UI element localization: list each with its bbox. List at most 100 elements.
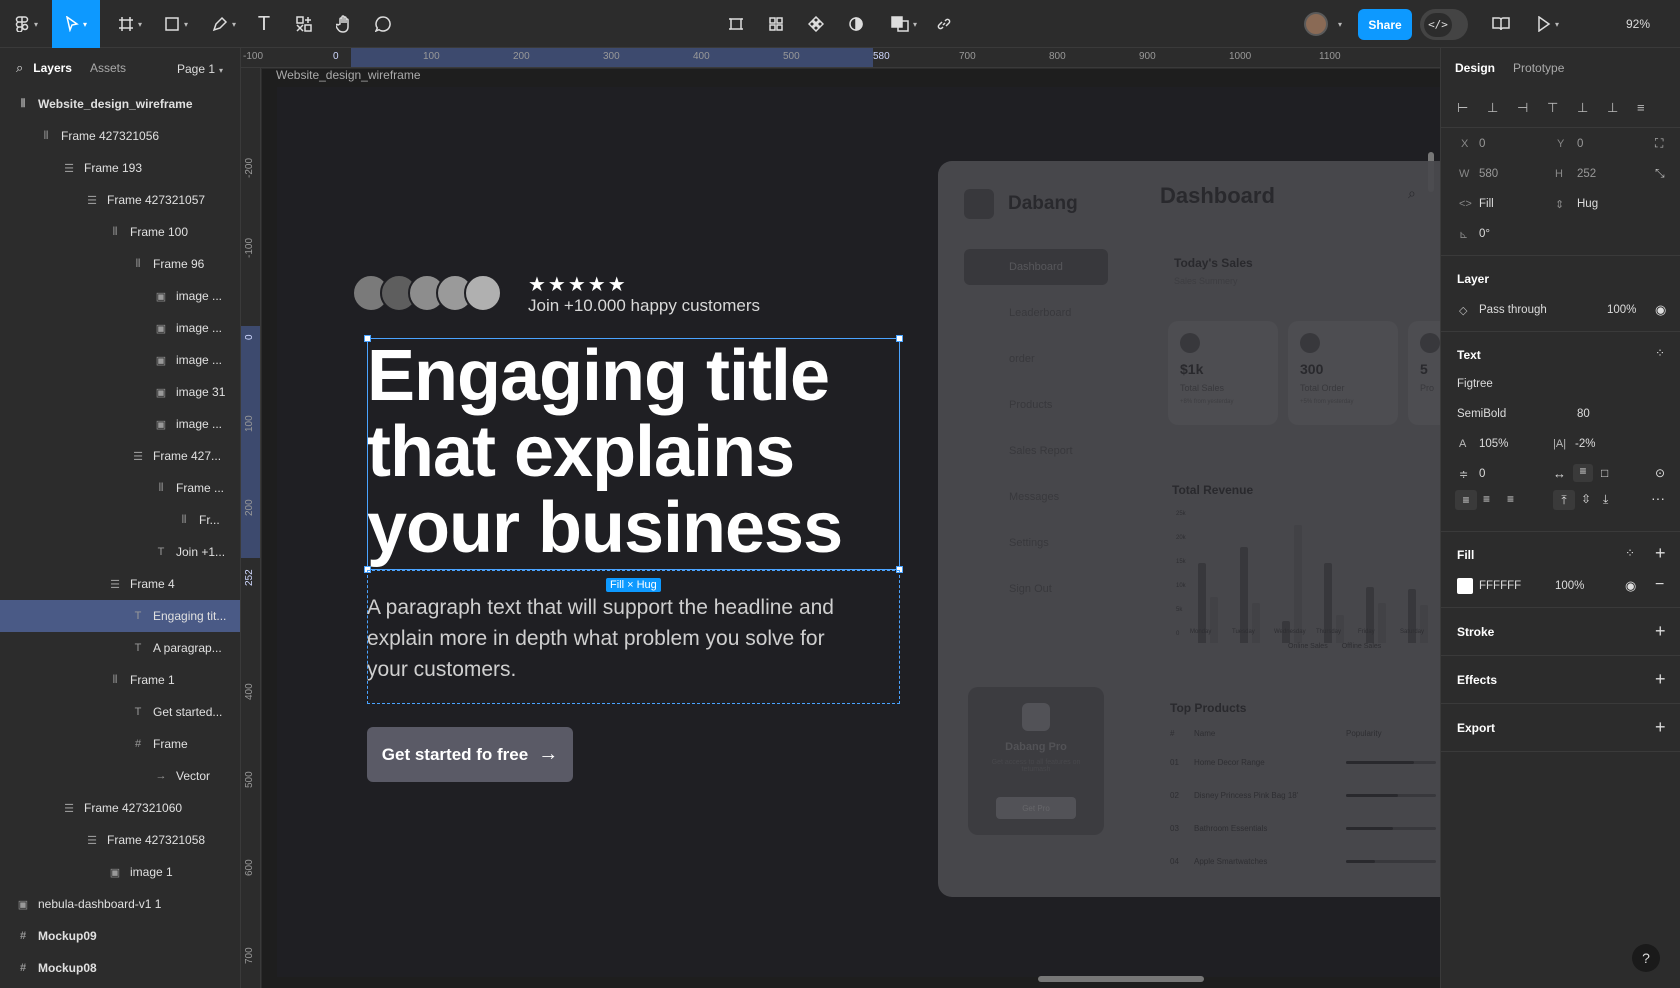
user-avatar[interactable]: [1304, 12, 1328, 36]
layer-row[interactable]: ⦀ Frame 96: [0, 248, 240, 280]
pen-tool-button[interactable]: ▾: [204, 0, 244, 48]
line-height-input[interactable]: 105%: [1479, 438, 1508, 450]
move-tool-button[interactable]: ▾: [52, 0, 100, 48]
width-input[interactable]: 580: [1479, 168, 1498, 180]
cta-button[interactable]: Get started fo free →: [367, 727, 573, 782]
layer-row[interactable]: T Engaging tit...: [0, 600, 240, 632]
help-button[interactable]: ?: [1632, 944, 1660, 972]
layer-row[interactable]: # Mockup09: [0, 920, 240, 952]
fill-hex-input[interactable]: FFFFFF: [1479, 580, 1521, 592]
align-left-icon[interactable]: ⊢: [1457, 100, 1468, 116]
zoom-level[interactable]: 92%: [1626, 17, 1650, 31]
fill-color-swatch[interactable]: [1457, 578, 1473, 594]
align-bottom-icon[interactable]: ⊥: [1607, 100, 1618, 116]
text-tool-button[interactable]: T: [252, 0, 276, 48]
fill-visibility-icon[interactable]: ◉: [1625, 578, 1636, 594]
layer-row[interactable]: ▣ image ...: [0, 408, 240, 440]
frame-tool-button[interactable]: ▾: [110, 0, 150, 48]
align-right-icon[interactable]: ≡: [1507, 492, 1514, 506]
align-top-icon[interactable]: ⤒: [1553, 490, 1575, 510]
align-top-icon[interactable]: ⊤: [1547, 100, 1558, 116]
shape-tool-button[interactable]: ▾: [156, 0, 196, 48]
layer-row[interactable]: ☰ Frame 427321060: [0, 792, 240, 824]
present-button[interactable]: ▾: [1530, 0, 1566, 48]
layer-row[interactable]: ▣ image ...: [0, 280, 240, 312]
align-left-icon[interactable]: ≡: [1455, 490, 1477, 510]
main-menu-button[interactable]: ▾: [8, 0, 44, 48]
layer-row[interactable]: ▣ nebula-dashboard-v1 1: [0, 888, 240, 920]
x-input[interactable]: 0: [1479, 138, 1485, 150]
align-v-center-icon[interactable]: ⊥: [1577, 100, 1588, 116]
text-styles-icon[interactable]: ⁘: [1655, 346, 1665, 360]
layer-row[interactable]: T Get started...: [0, 696, 240, 728]
hero-paragraph[interactable]: A paragraph text that will support the h…: [367, 592, 847, 685]
tab-prototype[interactable]: Prototype: [1513, 61, 1564, 75]
library-button[interactable]: [1490, 0, 1512, 48]
share-button[interactable]: Share: [1358, 9, 1412, 40]
layer-row[interactable]: ☰ Frame 427321058: [0, 824, 240, 856]
auto-height-icon[interactable]: ≡: [1573, 464, 1593, 482]
dashboard-mockup-image[interactable]: Dabang Dashboard ⌕ Dashboard Leaderboard o…: [938, 161, 1440, 897]
fill-styles-icon[interactable]: ⁘: [1625, 546, 1635, 560]
frame-label[interactable]: Website_design_wireframe: [276, 69, 421, 82]
layer-row[interactable]: ⦀ Website_design_wireframe: [0, 88, 240, 120]
layer-row[interactable]: ☰ Frame 427...: [0, 440, 240, 472]
social-proof-text[interactable]: Join +10.000 happy customers: [528, 296, 760, 316]
height-input[interactable]: 252: [1577, 168, 1596, 180]
layer-row[interactable]: ▣ image ...: [0, 344, 240, 376]
layer-row[interactable]: ▣ image ...: [0, 312, 240, 344]
mask-button[interactable]: [844, 0, 868, 48]
layer-row[interactable]: ⦀ Frame 100: [0, 216, 240, 248]
rotation-input[interactable]: 0°: [1479, 228, 1490, 240]
distribute-icon[interactable]: ≡: [1637, 100, 1645, 115]
add-stroke-icon[interactable]: +: [1655, 622, 1666, 640]
auto-layout-button[interactable]: [764, 0, 788, 48]
crop-button[interactable]: [724, 0, 748, 48]
avatar-chevron-icon[interactable]: ▾: [1338, 20, 1342, 29]
layer-row[interactable]: ☰ Frame 4: [0, 568, 240, 600]
dev-mode-toggle[interactable]: </>: [1420, 9, 1468, 40]
layer-row[interactable]: ☰ Frame 427321057: [0, 184, 240, 216]
create-component-button[interactable]: [804, 0, 828, 48]
constraints-icon[interactable]: ⛶: [1655, 136, 1663, 151]
tab-assets[interactable]: Assets: [90, 61, 126, 75]
blend-mode-select[interactable]: Pass through: [1479, 304, 1547, 316]
vertical-sizing-select[interactable]: Hug: [1577, 198, 1598, 210]
layer-row[interactable]: ⦀ Frame 1: [0, 664, 240, 696]
page-selector[interactable]: Page 1 ▾: [177, 62, 223, 76]
font-weight-select[interactable]: SemiBold: [1457, 408, 1506, 420]
y-input[interactable]: 0: [1577, 138, 1583, 150]
add-effect-icon[interactable]: +: [1655, 670, 1666, 688]
fill-opacity-input[interactable]: 100%: [1555, 580, 1584, 592]
layer-row[interactable]: ☰ Frame 193: [0, 152, 240, 184]
resources-button[interactable]: [292, 0, 316, 48]
text-options-icon[interactable]: ⊙: [1655, 466, 1665, 480]
search-icon[interactable]: ⌕: [16, 60, 23, 76]
layer-opacity-input[interactable]: 100%: [1607, 304, 1636, 316]
align-h-center-icon[interactable]: ⊥: [1487, 100, 1498, 116]
hand-tool-button[interactable]: [332, 0, 356, 48]
resize-handle[interactable]: [896, 335, 903, 342]
horizontal-scrollbar[interactable]: [1038, 976, 1204, 982]
layer-row[interactable]: ⦀ Frame 427321056: [0, 120, 240, 152]
align-right-icon[interactable]: ⊣: [1517, 100, 1528, 116]
letter-spacing-input[interactable]: -2%: [1575, 438, 1595, 450]
tab-design[interactable]: Design: [1455, 61, 1495, 75]
tab-layers[interactable]: Layers: [33, 61, 72, 75]
layer-row[interactable]: # Frame: [0, 728, 240, 760]
font-size-input[interactable]: 80: [1577, 408, 1590, 420]
layer-row[interactable]: T Join +1...: [0, 536, 240, 568]
more-options-icon[interactable]: ···: [1651, 490, 1665, 506]
layer-row[interactable]: ▣ image 31: [0, 376, 240, 408]
align-middle-icon[interactable]: ⇳: [1581, 492, 1591, 506]
resize-handle[interactable]: [364, 335, 371, 342]
layer-row[interactable]: ▣ image 1: [0, 856, 240, 888]
resize-to-fit-icon[interactable]: ⤡: [1655, 166, 1665, 181]
layer-row[interactable]: ⦀ Fr...: [0, 504, 240, 536]
add-export-icon[interactable]: +: [1655, 718, 1666, 736]
align-bottom-icon[interactable]: ⤓: [1603, 492, 1608, 507]
boolean-ops-button[interactable]: ▾: [886, 0, 922, 48]
paragraph-spacing-input[interactable]: 0: [1479, 468, 1485, 480]
remove-fill-icon[interactable]: −: [1655, 576, 1664, 594]
horizontal-sizing-select[interactable]: Fill: [1479, 198, 1494, 210]
